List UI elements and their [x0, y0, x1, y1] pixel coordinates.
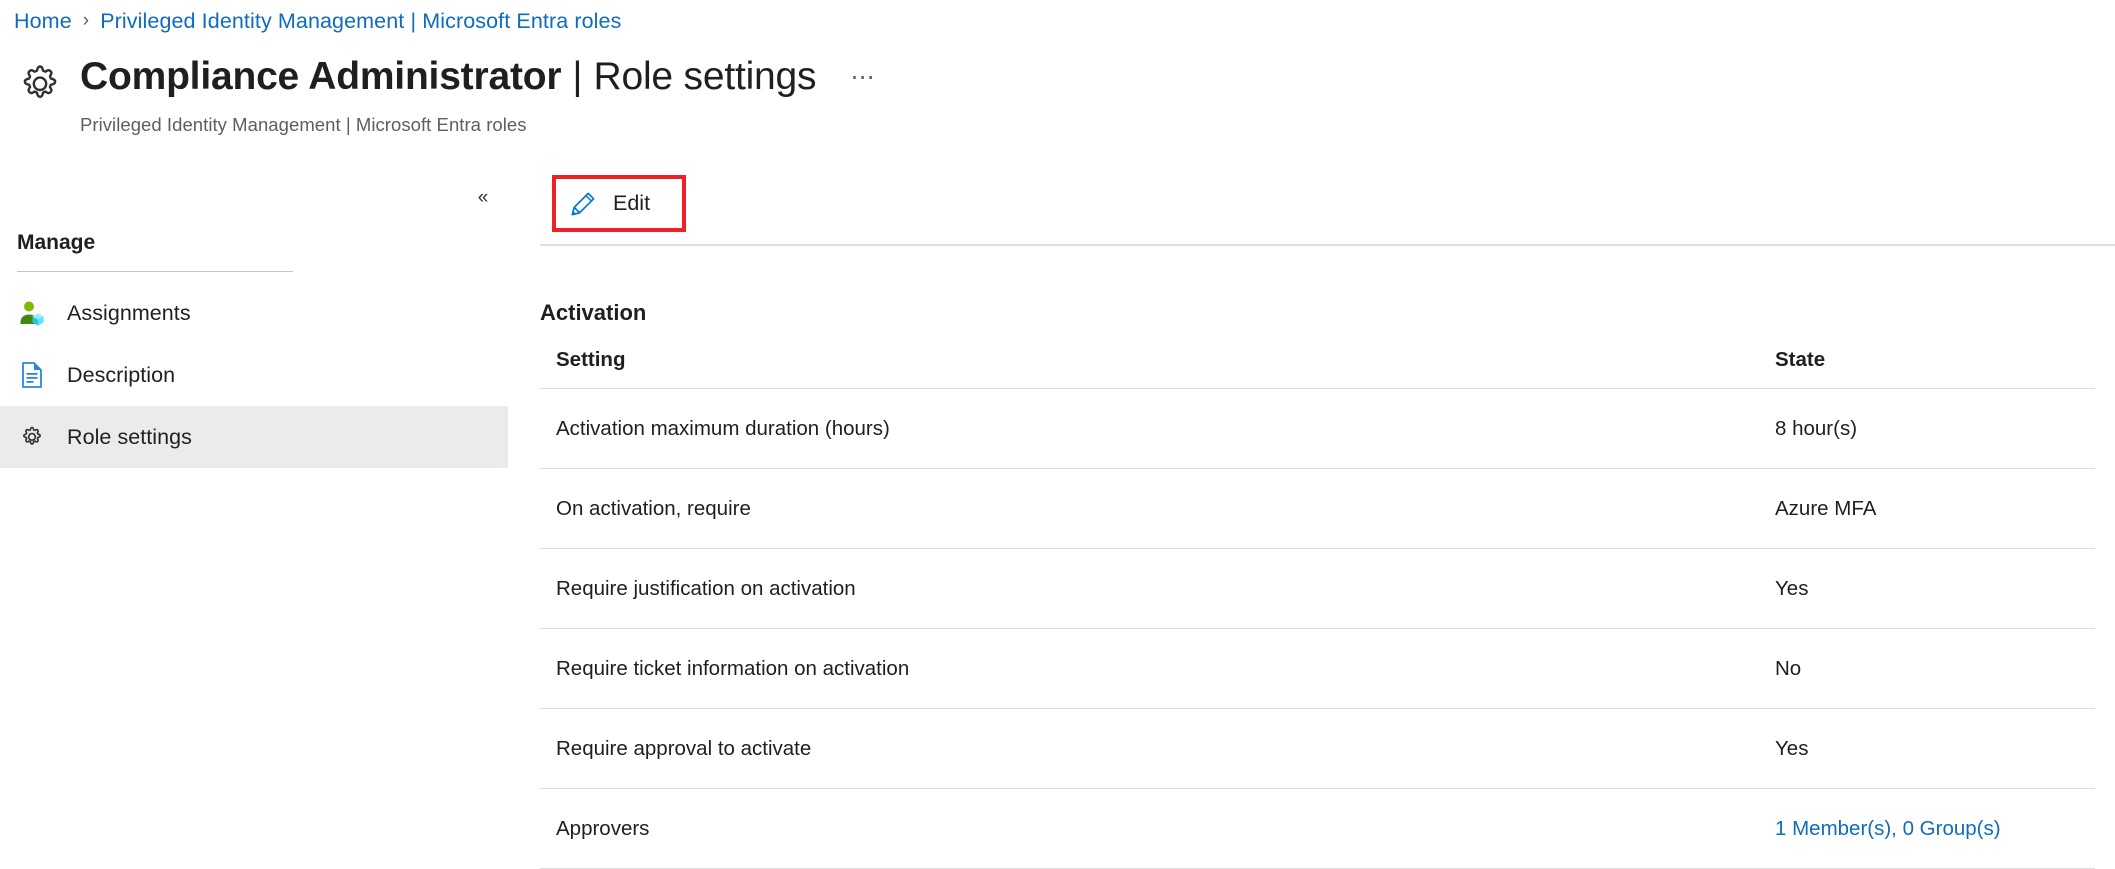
breadcrumb-separator-icon: ›: [83, 11, 89, 30]
cell-state: No: [1755, 629, 2095, 709]
sidebar: Manage Assignments: [0, 228, 508, 468]
edit-button-label: Edit: [613, 191, 650, 216]
breadcrumb-item-home[interactable]: Home: [14, 9, 72, 34]
pencil-icon: [569, 190, 597, 218]
table-row: Require approval to activateYes: [540, 709, 2095, 789]
table-header-row: Setting State: [540, 348, 2095, 389]
breadcrumb: Home › Privileged Identity Management | …: [14, 6, 621, 36]
table-row: Require justification on activationYes: [540, 549, 2095, 629]
sidebar-nav-list: Assignments Description R: [0, 282, 508, 468]
sidebar-item-label: Role settings: [67, 425, 192, 450]
cell-setting: Activation maximum duration (hours): [540, 389, 1755, 469]
section-title-activation: Activation: [540, 300, 2115, 326]
page-header: Compliance Administrator | Role settings…: [14, 52, 876, 136]
main-content: Activation Setting State Activation maxi…: [540, 300, 2115, 869]
chevron-double-left-icon: «: [478, 188, 489, 207]
cell-state: Yes: [1755, 709, 2095, 789]
page-title-separator: |: [572, 52, 582, 102]
cell-setting: Approvers: [540, 789, 1755, 869]
column-header-state: State: [1755, 348, 2095, 389]
sidebar-item-label: Assignments: [67, 301, 191, 326]
command-bar: Edit: [540, 170, 2115, 245]
collapse-sidebar-button[interactable]: «: [466, 182, 500, 212]
edit-button[interactable]: Edit: [556, 179, 682, 228]
more-options-button[interactable]: ⋯: [850, 53, 876, 103]
cell-state: Azure MFA: [1755, 469, 2095, 549]
cell-setting: Require ticket information on activation: [540, 629, 1755, 709]
cell-state: 1 Member(s), 0 Group(s): [1755, 789, 2095, 869]
sidebar-item-label: Description: [67, 363, 175, 388]
sidebar-item-assignments[interactable]: Assignments: [0, 282, 508, 344]
cell-setting: On activation, require: [540, 469, 1755, 549]
approvers-link[interactable]: 1 Member(s), 0 Group(s): [1775, 817, 2001, 840]
gear-icon: [17, 422, 47, 452]
description-icon: [17, 360, 47, 390]
table-row: Activation maximum duration (hours)8 hou…: [540, 389, 2095, 469]
command-bar-divider: [540, 244, 2115, 246]
assignments-icon: [17, 298, 47, 328]
role-settings-table: Setting State Activation maximum duratio…: [540, 348, 2095, 869]
gear-icon: [14, 58, 66, 110]
cell-state: Yes: [1755, 549, 2095, 629]
table-row: Approvers 1 Member(s), 0 Group(s): [540, 789, 2095, 869]
cell-state: 8 hour(s): [1755, 389, 2095, 469]
table-row: On activation, requireAzure MFA: [540, 469, 2095, 549]
sidebar-divider: [17, 271, 293, 272]
cell-setting: Require justification on activation: [540, 549, 1755, 629]
cell-setting: Require approval to activate: [540, 709, 1755, 789]
sidebar-item-role-settings[interactable]: Role settings: [0, 406, 508, 468]
breadcrumb-item-pim[interactable]: Privileged Identity Management | Microso…: [100, 9, 621, 34]
page-title-secondary: Role settings: [593, 52, 816, 102]
column-header-setting: Setting: [540, 348, 1755, 389]
page-title: Compliance Administrator: [80, 52, 561, 102]
sidebar-heading-manage: Manage: [0, 228, 508, 258]
sidebar-item-description[interactable]: Description: [0, 344, 508, 406]
table-body: Activation maximum duration (hours)8 hou…: [540, 389, 2095, 869]
table-row: Require ticket information on activation…: [540, 629, 2095, 709]
page-subtitle: Privileged Identity Management | Microso…: [80, 114, 876, 136]
